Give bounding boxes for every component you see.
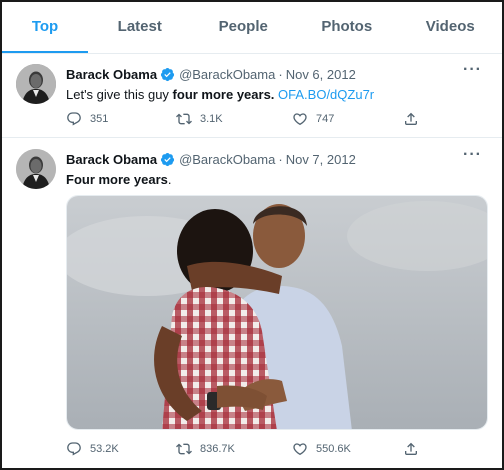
tweet-text: Let's give this guy four more years. OFA… bbox=[66, 86, 482, 104]
tab-videos-label: Videos bbox=[425, 18, 475, 35]
retweet-icon bbox=[176, 443, 192, 455]
share-icon bbox=[405, 442, 417, 455]
tweet-text-plain: Let's give this guy bbox=[66, 87, 173, 102]
tweet-text: Four more years. bbox=[66, 171, 482, 189]
tweet-actions: 351 3.1K 747 bbox=[66, 109, 482, 129]
active-tab-indicator bbox=[2, 51, 88, 53]
tweet-text-plain: . bbox=[167, 172, 172, 187]
tab-people[interactable]: People bbox=[192, 2, 296, 53]
author-handle[interactable]: @BarackObama bbox=[179, 152, 275, 167]
tweet-actions: 53.2K 836.7K 550.6K bbox=[66, 439, 482, 459]
tab-people-label: People bbox=[218, 18, 268, 35]
more-options-icon[interactable]: ··· bbox=[463, 61, 482, 79]
tweet-header: Barack Obama @BarackObama · Nov 7, 2012 bbox=[66, 149, 492, 169]
reply-icon bbox=[67, 112, 81, 126]
tab-latest-label: Latest bbox=[117, 18, 162, 35]
tab-top[interactable]: Top bbox=[2, 2, 88, 53]
like-count: 550.6K bbox=[316, 443, 351, 455]
tweet-date[interactable]: Nov 6, 2012 bbox=[286, 67, 356, 82]
avatar[interactable] bbox=[16, 64, 56, 104]
reply-count: 351 bbox=[90, 113, 109, 125]
tab-videos[interactable]: Videos bbox=[399, 2, 503, 53]
verified-badge-icon bbox=[160, 67, 175, 82]
tweet-link[interactable]: OFA.BO/dQZu7r bbox=[278, 87, 374, 102]
avatar[interactable] bbox=[16, 149, 56, 189]
author-handle[interactable]: @BarackObama bbox=[179, 67, 275, 82]
tweet-text-bold: four more years. bbox=[172, 87, 275, 102]
tweet[interactable]: Barack Obama @BarackObama · Nov 6, 2012 … bbox=[2, 54, 502, 138]
share-button[interactable] bbox=[403, 441, 427, 457]
heart-icon bbox=[293, 113, 307, 126]
search-tabs: Top Latest People Photos Videos bbox=[2, 2, 502, 54]
verified-badge-icon bbox=[160, 152, 175, 167]
like-button[interactable]: 747 bbox=[292, 111, 334, 127]
retweet-button[interactable]: 836.7K bbox=[176, 441, 235, 457]
tab-latest[interactable]: Latest bbox=[88, 2, 192, 53]
tab-top-label: Top bbox=[31, 18, 59, 35]
share-icon bbox=[405, 112, 417, 125]
reply-count: 53.2K bbox=[90, 443, 119, 455]
reply-icon bbox=[67, 442, 81, 456]
reply-button[interactable]: 53.2K bbox=[66, 441, 119, 457]
tweet-date[interactable]: Nov 7, 2012 bbox=[286, 152, 356, 167]
timeline-frame: Top Latest People Photos Videos Barack O… bbox=[0, 0, 504, 470]
share-button[interactable] bbox=[403, 111, 427, 127]
retweet-count: 836.7K bbox=[200, 443, 235, 455]
like-button[interactable]: 550.6K bbox=[292, 441, 351, 457]
tab-photos[interactable]: Photos bbox=[295, 2, 399, 53]
retweet-button[interactable]: 3.1K bbox=[176, 111, 223, 127]
heart-icon bbox=[293, 443, 307, 456]
tab-photos-label: Photos bbox=[321, 18, 373, 35]
more-options-icon[interactable]: ··· bbox=[463, 146, 482, 164]
author-name[interactable]: Barack Obama bbox=[66, 67, 157, 82]
tweet-text-bold: Four more years bbox=[66, 172, 168, 187]
tweet[interactable]: Barack Obama @BarackObama · Nov 7, 2012 … bbox=[2, 139, 502, 468]
separator-dot: · bbox=[278, 66, 283, 82]
retweet-icon bbox=[176, 113, 192, 125]
tweet-header: Barack Obama @BarackObama · Nov 6, 2012 bbox=[66, 64, 492, 84]
tweet-photo[interactable] bbox=[66, 195, 488, 430]
author-name[interactable]: Barack Obama bbox=[66, 152, 157, 167]
reply-button[interactable]: 351 bbox=[66, 111, 108, 127]
like-count: 747 bbox=[316, 113, 335, 125]
retweet-count: 3.1K bbox=[200, 113, 223, 125]
separator-dot: · bbox=[278, 151, 283, 167]
